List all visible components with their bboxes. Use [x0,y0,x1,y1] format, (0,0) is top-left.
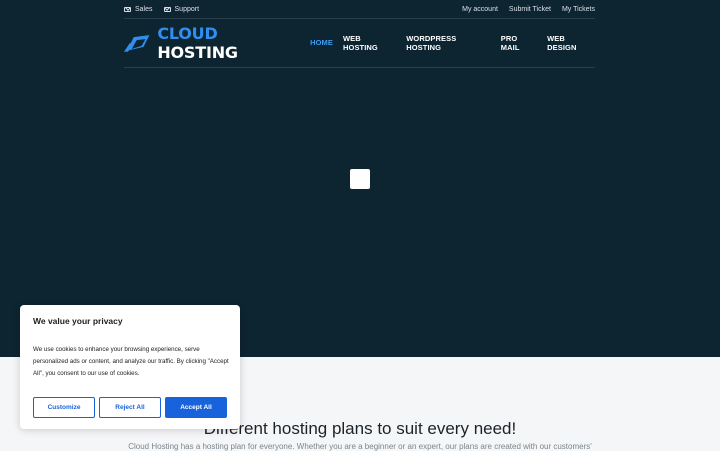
sales-link[interactable]: Sales [124,6,153,13]
nav-home[interactable]: HOME [310,38,333,47]
top-bar: Sales Support My account Submit Ticket M… [124,0,595,19]
cookie-consent-banner: We value your privacy We use cookies to … [20,305,240,429]
logo-text: CLOUD HOSTING [157,23,238,62]
support-link[interactable]: Support [163,5,200,13]
mail-icon [124,6,131,12]
loading-spinner [350,169,370,189]
mail-icon [163,6,171,12]
nav-pro-mail[interactable]: PRO MAIL [501,34,537,52]
cloud-logo-icon [124,34,150,52]
nav-web-hosting[interactable]: WEB HOSTING [343,34,396,52]
accept-all-button[interactable]: Accept All [165,397,227,418]
cookie-actions: Customize Reject All Accept All [33,397,227,418]
main-nav: HOME WEB HOSTING WORDPRESS HOSTING PRO M… [300,34,595,52]
nav-wordpress-hosting[interactable]: WORDPRESS HOSTING [406,34,491,52]
reject-all-button[interactable]: Reject All [99,397,161,418]
my-tickets-link[interactable]: My Tickets [562,6,595,13]
nav-web-design[interactable]: WEB DESIGN [547,34,595,52]
submit-ticket-link[interactable]: Submit Ticket [509,6,551,13]
site-header: CLOUD HOSTING HOME WEB HOSTING WORDPRESS… [124,18,595,68]
cookie-description: We use cookies to enhance your browsing … [33,346,229,377]
sales-label: Sales [135,5,153,13]
site-logo[interactable]: CLOUD HOSTING [124,24,300,62]
support-label: Support [174,5,200,13]
top-bar-contacts: Sales Support [124,6,210,13]
top-bar-account-links: My account Submit Ticket My Tickets [451,6,595,13]
cookie-title: We value your privacy [33,316,123,326]
my-account-link[interactable]: My account [462,6,498,13]
customize-button[interactable]: Customize [33,397,95,418]
